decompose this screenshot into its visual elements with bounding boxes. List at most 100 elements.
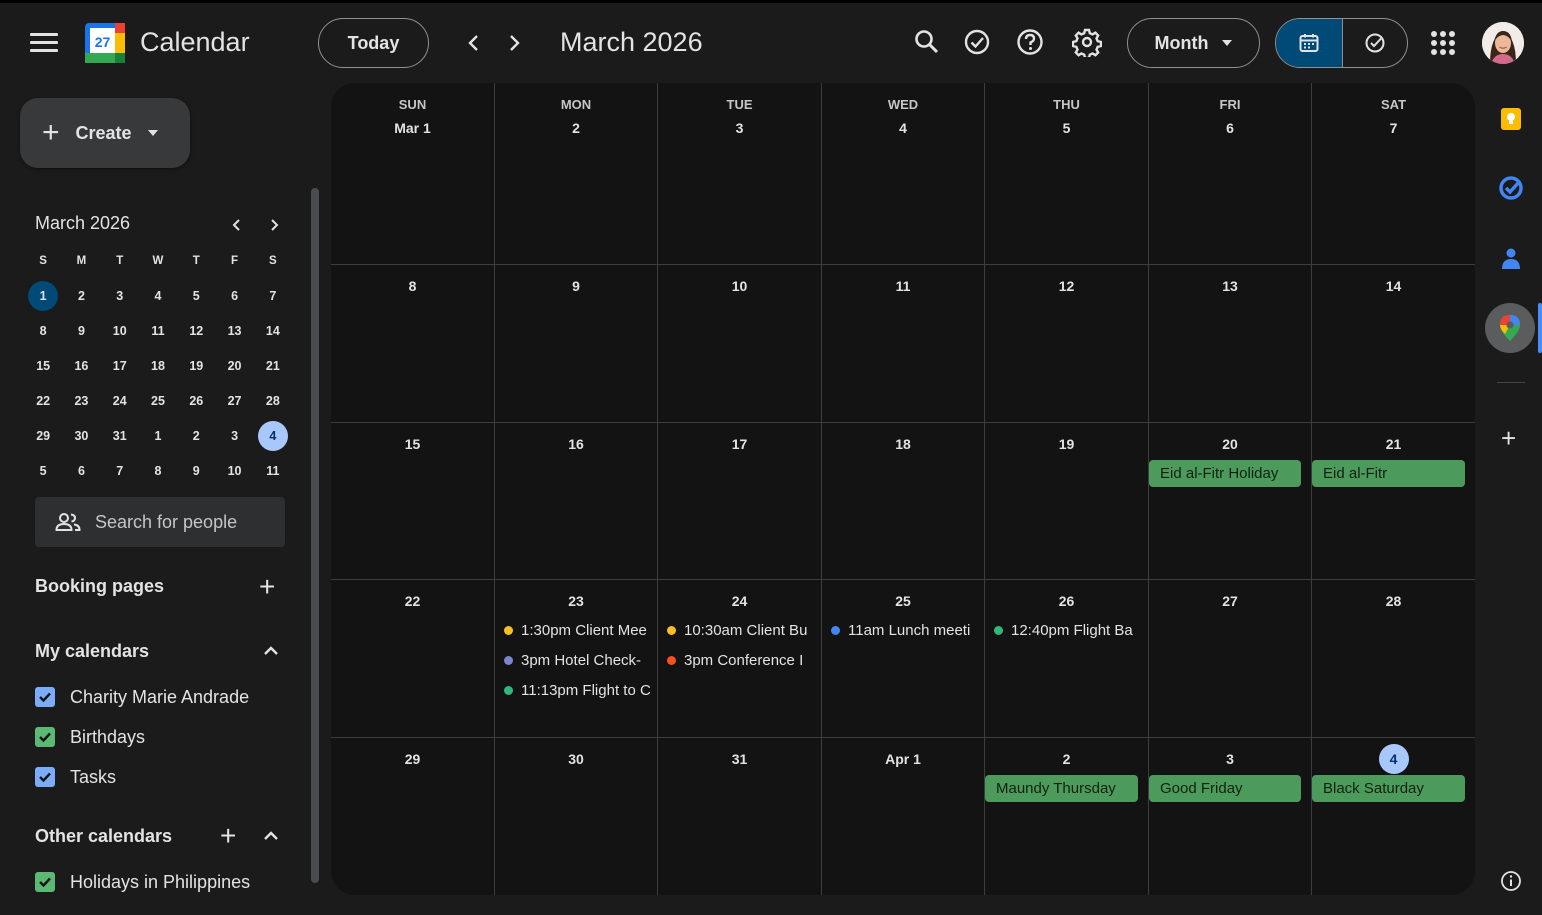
event-item[interactable]: 10:30am Client Bu [667, 618, 815, 642]
day-number[interactable]: 14 [1312, 271, 1475, 301]
day-cell[interactable]: 19 [984, 423, 1148, 579]
day-cell[interactable]: THU 5 [984, 83, 1148, 264]
day-number[interactable]: 12 [985, 271, 1148, 301]
day-number[interactable]: 11 [822, 271, 984, 301]
day-number[interactable]: 29 [331, 744, 494, 774]
day-number[interactable]: 10 [658, 271, 821, 301]
calendar-view-button[interactable] [1276, 19, 1342, 67]
mini-day[interactable]: 21 [254, 351, 292, 381]
mini-day[interactable]: 20 [215, 351, 253, 381]
day-cell[interactable]: 14 [1311, 265, 1475, 422]
mini-day[interactable]: 14 [254, 316, 292, 346]
event-item[interactable]: 3pm Hotel Check- [504, 648, 651, 672]
checkbox[interactable] [35, 767, 55, 787]
chevron-up-icon[interactable] [261, 641, 281, 661]
day-number[interactable]: 22 [331, 586, 494, 616]
chevron-left-icon[interactable] [461, 29, 487, 57]
day-cell[interactable]: 29 [331, 738, 494, 895]
mini-day[interactable]: 7 [101, 456, 139, 486]
chevron-right-icon[interactable] [501, 29, 527, 57]
mini-day[interactable]: 28 [254, 386, 292, 416]
settings-icon[interactable] [1072, 27, 1102, 57]
holiday-chip[interactable]: Black Saturday [1312, 775, 1465, 802]
apps-icon[interactable] [1431, 31, 1455, 55]
day-cell[interactable]: 11 [821, 265, 984, 422]
holiday-chip[interactable]: Maundy Thursday [985, 775, 1138, 802]
info-icon[interactable] [1500, 870, 1522, 892]
contacts-icon[interactable] [1498, 245, 1524, 271]
mini-day[interactable]: 17 [101, 351, 139, 381]
sidebar-scrollbar[interactable] [311, 188, 319, 883]
mini-day[interactable]: 9 [177, 456, 215, 486]
day-cell[interactable]: TUE 3 [657, 83, 821, 264]
get-addons-icon[interactable]: + [1501, 425, 1516, 451]
chevron-up-icon[interactable] [261, 826, 281, 846]
event-item[interactable]: 3pm Conference I [667, 648, 815, 672]
create-button[interactable]: + Create [20, 98, 190, 168]
today-button[interactable]: Today [318, 18, 429, 68]
day-number[interactable]: 2 [495, 113, 657, 143]
mini-day[interactable]: 4 [254, 420, 292, 451]
day-number[interactable]: 23 [495, 586, 657, 616]
mini-day[interactable]: 7 [254, 281, 292, 311]
day-cell[interactable]: 27 [1148, 580, 1311, 737]
checkbox[interactable] [35, 727, 55, 747]
day-number[interactable]: 7 [1312, 113, 1475, 143]
menu-icon[interactable] [30, 33, 58, 53]
day-cell[interactable]: 28 [1311, 580, 1475, 737]
day-number[interactable]: 31 [658, 744, 821, 774]
event-item[interactable]: 11:13pm Flight to C [504, 678, 651, 702]
day-cell[interactable]: 21 [1311, 423, 1475, 579]
mini-day[interactable]: 3 [101, 281, 139, 311]
day-cell[interactable]: 2 [984, 738, 1148, 895]
maps-button[interactable] [1485, 303, 1535, 353]
mini-day[interactable]: 9 [62, 316, 100, 346]
day-number[interactable]: 16 [495, 429, 657, 459]
day-number[interactable]: 21 [1312, 429, 1475, 459]
day-cell[interactable]: 17 [657, 423, 821, 579]
day-number[interactable]: 15 [331, 429, 494, 459]
day-cell[interactable]: FRI 6 [1148, 83, 1311, 264]
add-other-calendar-icon[interactable]: + [220, 822, 236, 850]
checkbox[interactable] [35, 872, 55, 892]
day-cell[interactable]: 12 [984, 265, 1148, 422]
mini-day[interactable]: 10 [215, 456, 253, 486]
mini-day[interactable]: 6 [215, 281, 253, 311]
day-number[interactable]: 9 [495, 271, 657, 301]
day-cell[interactable]: WED 4 [821, 83, 984, 264]
mini-day[interactable]: 23 [62, 386, 100, 416]
mini-day[interactable]: 31 [101, 421, 139, 451]
checkbox[interactable] [35, 687, 55, 707]
mini-day[interactable]: 11 [139, 316, 177, 346]
day-cell[interactable]: 18 [821, 423, 984, 579]
day-number[interactable]: 30 [495, 744, 657, 774]
mini-day[interactable]: 24 [101, 386, 139, 416]
avatar[interactable] [1482, 22, 1524, 64]
holiday-chip[interactable]: Good Friday [1149, 775, 1301, 802]
mini-day[interactable]: 29 [24, 421, 62, 451]
keep-icon[interactable] [1498, 106, 1524, 132]
mini-next-month-icon[interactable] [264, 215, 284, 235]
day-number[interactable]: 28 [1312, 586, 1475, 616]
day-number[interactable]: 25 [822, 586, 984, 616]
mini-day[interactable]: 13 [215, 316, 253, 346]
day-cell[interactable]: 16 [494, 423, 657, 579]
tasks-app-icon[interactable] [1498, 175, 1524, 201]
search-icon[interactable] [912, 27, 942, 57]
day-cell[interactable]: SAT 7 [1311, 83, 1475, 264]
mini-day[interactable]: 5 [24, 456, 62, 486]
calendar-list-item[interactable]: Tasks [35, 764, 116, 790]
view-select-button[interactable]: Month [1127, 18, 1260, 68]
day-number[interactable]: Mar 1 [331, 113, 494, 143]
day-cell[interactable]: 3 [1148, 738, 1311, 895]
mini-day[interactable]: 12 [177, 316, 215, 346]
mini-day[interactable]: 15 [24, 351, 62, 381]
day-cell[interactable]: Apr 1 [821, 738, 984, 895]
mini-prev-month-icon[interactable] [227, 215, 247, 235]
mini-day[interactable]: 30 [62, 421, 100, 451]
day-number[interactable]: 4 [1312, 744, 1475, 774]
search-people-input[interactable]: Search for people [35, 497, 285, 547]
mini-day[interactable]: 5 [177, 281, 215, 311]
mini-day[interactable]: 8 [139, 456, 177, 486]
mini-day[interactable]: 10 [101, 316, 139, 346]
